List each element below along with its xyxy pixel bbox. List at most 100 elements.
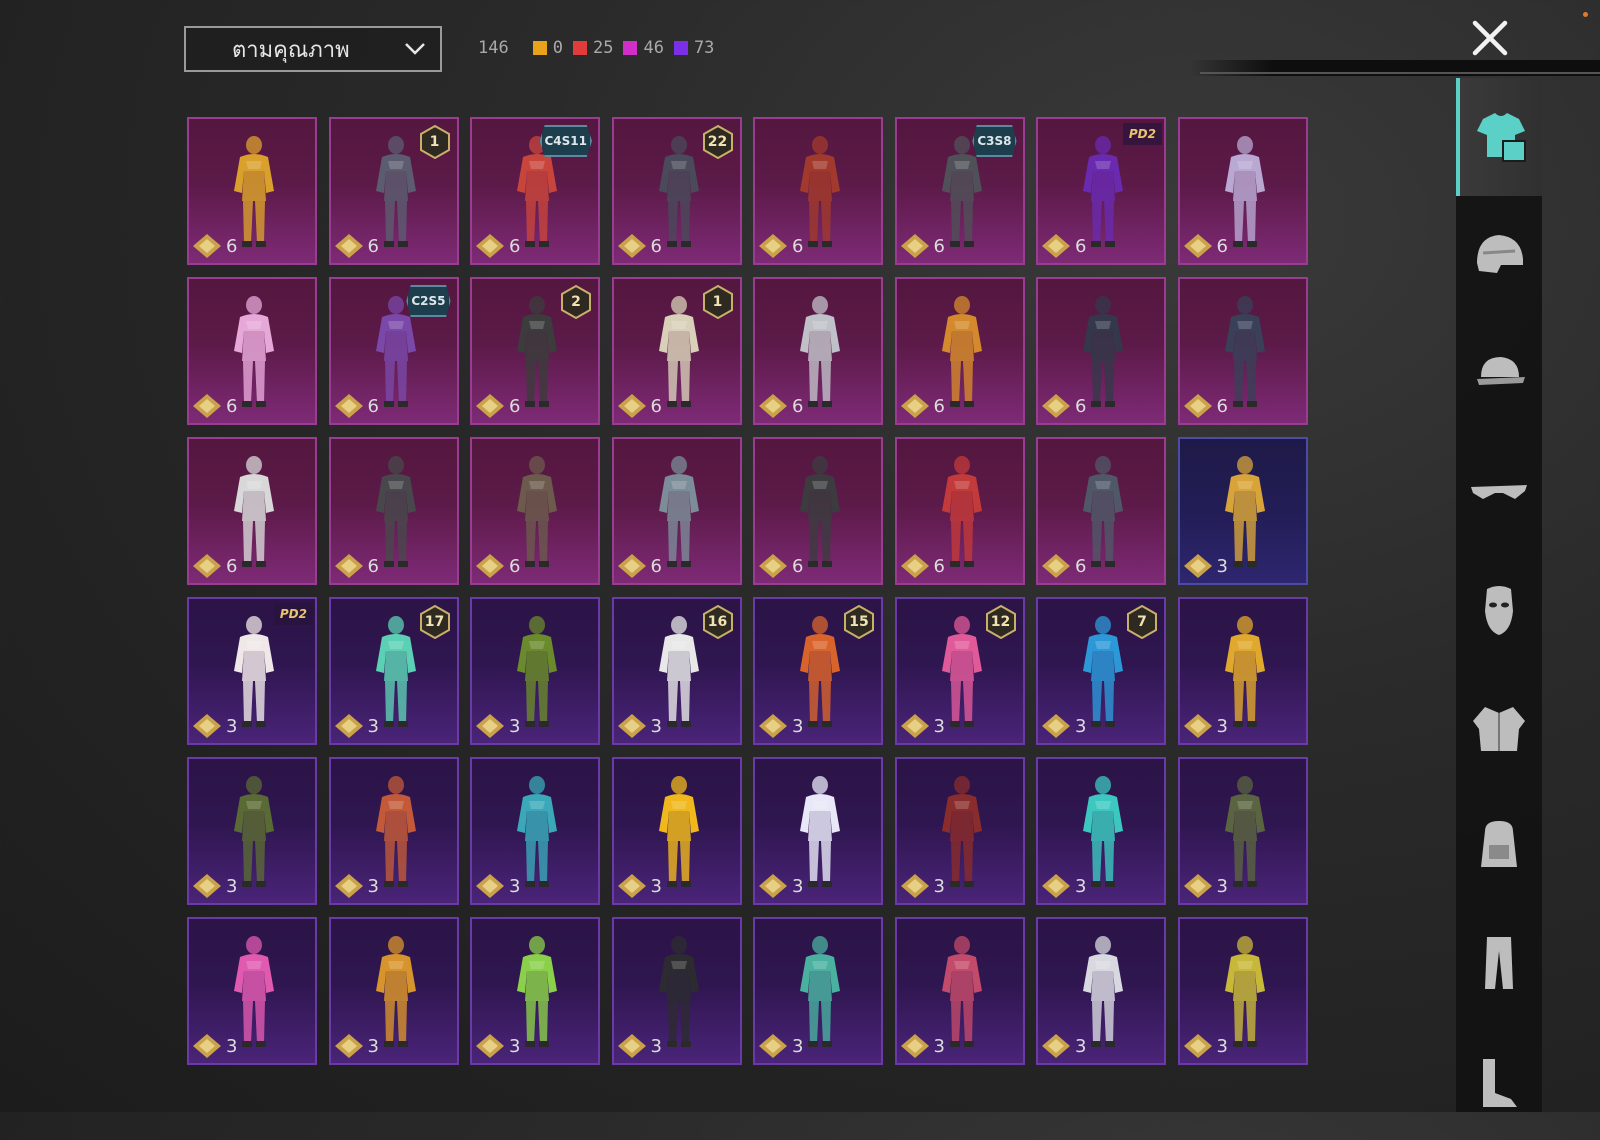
outfit-card[interactable]: 12 3	[894, 597, 1025, 745]
backpack-icon	[1481, 821, 1517, 867]
coupon-icon	[334, 554, 363, 578]
sidebar-item-glasses[interactable]	[1456, 432, 1542, 550]
outfit-card[interactable]: 6	[1036, 277, 1166, 425]
price: 3	[1041, 713, 1086, 739]
price-value: 6	[792, 555, 804, 577]
outfit-card[interactable]: 3	[470, 597, 600, 745]
outfit-card[interactable]: PD2 3	[187, 597, 317, 745]
outfit-card[interactable]: 16 3	[611, 597, 742, 745]
outfit-card[interactable]: 6	[187, 117, 317, 265]
outfit-card[interactable]: 3	[753, 917, 883, 1065]
count-pink-value: 46	[643, 38, 664, 58]
outfit-card[interactable]: 6	[753, 277, 883, 425]
coupon-icon	[1183, 1034, 1212, 1058]
price-value: 3	[367, 1035, 379, 1057]
sidebar-item-helmet[interactable]	[1456, 196, 1542, 314]
price: 3	[900, 1033, 945, 1059]
outfit-card[interactable]: 3	[1177, 597, 1308, 745]
coupon-icon	[334, 874, 363, 898]
outfit-card[interactable]: 3	[328, 917, 459, 1065]
coupon-icon	[334, 394, 363, 418]
coupon-icon	[193, 874, 221, 898]
outfit-card[interactable]: 6	[753, 437, 883, 585]
outfit-card[interactable]: 2 6	[470, 277, 600, 425]
outfit-card[interactable]: 15 3	[753, 597, 883, 745]
price: 3	[334, 873, 379, 899]
outfit-card[interactable]: 3	[187, 917, 317, 1065]
outfit-card[interactable]: 3	[611, 757, 742, 905]
outfit-icon	[1477, 113, 1526, 162]
price-value: 6	[650, 555, 662, 577]
outfit-card[interactable]: 3	[1177, 437, 1308, 585]
outfit-card[interactable]: 1 6	[328, 117, 459, 265]
outfit-card[interactable]: 3	[753, 757, 883, 905]
outfit-card[interactable]: 6	[187, 277, 317, 425]
coupon-icon	[334, 234, 363, 258]
rank-badge-text: 1	[712, 294, 723, 310]
outfit-card[interactable]: 6	[894, 277, 1025, 425]
outfit-card[interactable]: C4S11 6	[470, 117, 600, 265]
rank-badge-text: 7	[1137, 614, 1147, 630]
outfit-card[interactable]: 7 3	[1036, 597, 1166, 745]
outfit-card[interactable]: 6	[328, 437, 459, 585]
outfit-card[interactable]: 3	[894, 917, 1025, 1065]
outfit-card[interactable]: 3	[187, 757, 317, 905]
price-value: 6	[792, 395, 804, 417]
coupon-icon	[476, 554, 504, 578]
close-icon[interactable]	[1470, 18, 1510, 58]
outfit-card[interactable]: 6	[187, 437, 317, 585]
sort-dropdown[interactable]: ตามคุณภาพ	[184, 26, 442, 72]
price-value: 6	[1075, 555, 1087, 577]
coupon-icon	[617, 234, 646, 258]
sidebar-item-mask[interactable]	[1456, 550, 1542, 668]
price-value: 6	[367, 555, 379, 577]
count-purple-value: 73	[693, 38, 715, 58]
outfit-card[interactable]: 3	[1036, 757, 1166, 905]
outfit-card[interactable]: C2S5 6	[328, 277, 459, 425]
outfit-card[interactable]: 17 3	[328, 597, 459, 745]
rank-badge-text: 22	[707, 134, 728, 150]
price: 3	[334, 1033, 379, 1059]
sidebar-item-outfit[interactable]	[1456, 78, 1542, 196]
outfit-card[interactable]: 6	[1177, 277, 1308, 425]
outfit-card[interactable]: 3	[1177, 917, 1308, 1065]
price: 3	[192, 873, 237, 899]
coupon-icon	[617, 394, 646, 418]
price-value: 3	[650, 875, 662, 897]
price-value: 6	[367, 395, 379, 417]
outfit-card[interactable]: 6	[1177, 117, 1308, 265]
chevron-down-icon	[405, 43, 425, 55]
outfit-card[interactable]: C3S8 6	[894, 117, 1025, 265]
outfit-card[interactable]: 1 6	[611, 277, 742, 425]
rank-badge-text: 1	[429, 134, 440, 150]
outfit-card[interactable]: 3	[611, 917, 742, 1065]
coupon-icon	[900, 1034, 929, 1058]
outfit-card[interactable]: 3	[470, 917, 600, 1065]
outfit-card[interactable]: 22 6	[611, 117, 742, 265]
outfit-card[interactable]: 6	[611, 437, 742, 585]
price-value: 3	[509, 1035, 521, 1057]
outfit-card[interactable]: 3	[894, 757, 1025, 905]
outfit-card[interactable]: PD2 6	[1036, 117, 1166, 265]
coupon-icon	[193, 1034, 221, 1058]
outfit-card[interactable]: 3	[1036, 917, 1166, 1065]
price-value: 6	[792, 235, 804, 257]
sidebar-item-pants[interactable]	[1456, 904, 1542, 1022]
price-value: 3	[226, 1035, 238, 1057]
outfit-card[interactable]: 6	[1036, 437, 1166, 585]
price-value: 3	[650, 1035, 662, 1057]
sidebar-item-shoes[interactable]	[1456, 1022, 1542, 1140]
outfit-card[interactable]: 6	[753, 117, 883, 265]
coupon-icon	[759, 234, 787, 258]
outfit-card[interactable]: 3	[470, 757, 600, 905]
sidebar-item-jacket[interactable]	[1456, 668, 1542, 786]
outfit-card[interactable]: 6	[470, 437, 600, 585]
outfit-card[interactable]: 3	[1177, 757, 1308, 905]
sidebar-item-backpack[interactable]	[1456, 786, 1542, 904]
outfit-card[interactable]: 3	[328, 757, 459, 905]
price-value: 6	[509, 555, 521, 577]
outfit-card[interactable]: 6	[894, 437, 1025, 585]
price: 6	[1041, 553, 1086, 579]
price: 3	[617, 1033, 662, 1059]
sidebar-item-cap[interactable]	[1456, 314, 1542, 432]
